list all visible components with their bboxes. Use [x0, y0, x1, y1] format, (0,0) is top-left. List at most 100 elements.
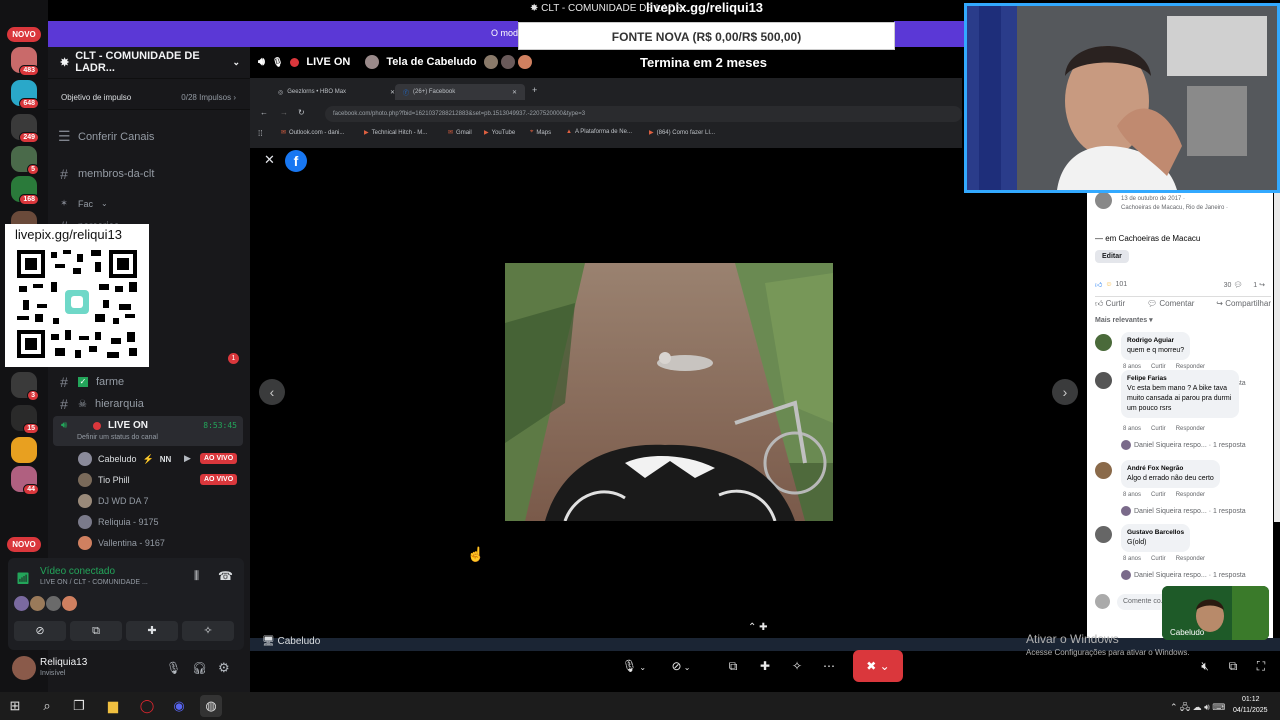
like-button[interactable]: 👍︎ Curtir: [1095, 299, 1125, 309]
commenter-avatar[interactable]: [1095, 372, 1112, 389]
clock-date[interactable]: 04/11/2025: [1233, 707, 1268, 714]
address-bar[interactable]: facebook.com/photo.php?fbid=162103728821…: [325, 106, 962, 122]
expand-participants-icon[interactable]: ⌃ ✚: [748, 622, 768, 633]
activities-control[interactable]: ✚: [752, 656, 778, 676]
live-badge[interactable]: AO VIVO: [200, 453, 238, 464]
username[interactable]: Reliquia13: [40, 657, 87, 668]
poster-avatar[interactable]: [1095, 192, 1112, 209]
soundboard-control[interactable]: ✧: [784, 656, 810, 676]
comment-button[interactable]: 💬︎ Comentar: [1147, 299, 1195, 309]
server-icon-7[interactable]: 15: [11, 405, 39, 434]
camera-off-button[interactable]: ⊘: [14, 621, 66, 641]
user-avatar[interactable]: [12, 656, 36, 680]
soundboard-button[interactable]: ✧: [182, 621, 234, 641]
category-fac[interactable]: ✶ Fac ⌄: [58, 198, 108, 209]
view-replies[interactable]: Daniel Siqueira respo... · 1 resposta: [1121, 570, 1246, 580]
disconnect-button[interactable]: ✖ ⌄: [853, 650, 903, 682]
reaction-summary[interactable]: 👍︎ ☺ 101 30 💬︎ 1 ↪: [1095, 280, 1265, 289]
commenter-avatar[interactable]: [1095, 526, 1112, 543]
tab-hbo[interactable]: ◎ Geezlorns • HBO Max ✕: [270, 84, 403, 100]
popout-stream[interactable]: ⧉: [1220, 656, 1246, 676]
close-viewer-icon[interactable]: ✕: [264, 152, 275, 168]
opera-button[interactable]: ◯: [136, 695, 158, 717]
post-date[interactable]: 13 de outubro de 2017 ·: [1121, 196, 1185, 202]
disconnect-icon[interactable]: ☎: [218, 569, 233, 583]
comment-like-link[interactable]: Curtir: [1151, 426, 1166, 432]
screen-share-button[interactable]: ⧉: [70, 621, 122, 641]
edit-button[interactable]: Editar: [1095, 250, 1129, 263]
commenter-avatar[interactable]: [1095, 462, 1112, 479]
voice-user[interactable]: Reliquia - 9175: [78, 515, 159, 529]
bookmark[interactable]: ▶ YouTube: [484, 129, 515, 137]
comment-reply-link[interactable]: Responder: [1176, 556, 1205, 562]
view-replies[interactable]: Daniel Siqueira respo... · 1 resposta: [1121, 440, 1246, 450]
server-icon-1[interactable]: 648: [11, 80, 39, 109]
bookmark[interactable]: ✉ Gmail: [448, 129, 472, 137]
share-button[interactable]: ↪ Compartilhar: [1216, 299, 1271, 309]
reload-icon[interactable]: ↻: [298, 108, 305, 117]
headphones-icon[interactable]: 🎧︎: [192, 661, 207, 675]
server-icon-0[interactable]: 483: [11, 47, 39, 76]
comment-author[interactable]: Rodrigo Aguiar: [1127, 336, 1184, 346]
commenter-avatar[interactable]: [1095, 334, 1112, 351]
server-icon-2[interactable]: 249: [11, 114, 39, 143]
mic-toggle[interactable]: 🎙︎ ⌄: [621, 656, 647, 676]
server-icon-9[interactable]: 44: [11, 466, 39, 495]
facebook-logo-icon[interactable]: f: [285, 150, 307, 172]
comment-author[interactable]: Felipe Farias: [1127, 374, 1233, 384]
start-button[interactable]: ⊞: [4, 695, 26, 717]
comment-like-link[interactable]: Curtir: [1151, 556, 1166, 562]
tray-icons[interactable]: ⌃ 🖧︎ ☁ 🔊︎ ⌨: [1170, 700, 1225, 716]
gear-icon[interactable]: ⚙: [218, 660, 230, 676]
voice-user[interactable]: Cabeludo ⚡ NN: [78, 452, 171, 466]
screen-share-control[interactable]: ⧉: [720, 656, 746, 676]
scrollbar[interactable]: [1274, 192, 1280, 522]
bookmark[interactable]: ▲ A Plataforma de Ne...: [566, 129, 632, 135]
server-icon-3[interactable]: 5: [11, 146, 39, 175]
comment-reply-link[interactable]: Responder: [1176, 426, 1205, 432]
voice-user[interactable]: Tio Phill: [78, 473, 130, 487]
voice-channel-path[interactable]: LIVE ON / CLT - COMUNIDADE ...: [40, 579, 148, 586]
comment-reply-link[interactable]: Responder: [1176, 492, 1205, 498]
more-options[interactable]: ⋯: [816, 656, 842, 676]
forward-icon[interactable]: →: [280, 108, 288, 117]
file-explorer-button[interactable]: ▆: [102, 695, 124, 717]
search-button[interactable]: ⌕: [36, 695, 58, 717]
apps-icon[interactable]: ⁞⁞: [258, 129, 262, 138]
server-header[interactable]: ✸ CLT - COMUNIDADE DE LADR... ⌄: [48, 46, 250, 79]
bookmark[interactable]: ▶ (864) Como fazer LI...: [649, 129, 715, 137]
voice-user[interactable]: Vallentina - 9167: [78, 536, 165, 550]
obs-button[interactable]: ◍: [200, 695, 222, 717]
channel-membros[interactable]: # membros-da-clt: [58, 166, 154, 182]
channel-hierarquia[interactable]: # ☠ hierarquia: [58, 396, 144, 412]
activities-button[interactable]: ✚: [126, 621, 178, 641]
view-replies[interactable]: Daniel Siqueira respo... · 1 resposta: [1121, 506, 1246, 516]
back-icon[interactable]: ←: [260, 108, 268, 117]
bookmark[interactable]: ▶ Technical Hitch - M...: [364, 129, 427, 137]
bookmark[interactable]: ✉ Outlook.com - dani...: [281, 129, 344, 137]
next-photo-button[interactable]: ›: [1052, 379, 1078, 405]
comment-like-link[interactable]: Curtir: [1151, 492, 1166, 498]
comment-author[interactable]: Gustavo Barcellos: [1127, 528, 1184, 538]
fullscreen-button[interactable]: ⛶: [1248, 656, 1274, 676]
task-view-button[interactable]: ❐: [68, 695, 90, 717]
previous-photo-button[interactable]: ‹: [259, 379, 285, 405]
browse-channels[interactable]: ☰ Conferir Canais: [58, 128, 154, 145]
channel-farme[interactable]: # ✓ farme: [58, 374, 124, 390]
discord-button[interactable]: ◉: [168, 695, 190, 717]
comment-author[interactable]: André Fox Negrão: [1127, 464, 1214, 474]
tab-facebook[interactable]: ⓕ (26+) Facebook ✕: [395, 84, 525, 100]
camera-toggle[interactable]: ⊘ ⌄: [668, 656, 694, 676]
server-icon-4[interactable]: 168: [11, 176, 39, 205]
channel-status-hint[interactable]: Definir um status do canal: [77, 434, 158, 441]
sort-comments[interactable]: Mais relevantes ▾: [1095, 316, 1153, 324]
voice-channel-live-on[interactable]: 🔊︎ LIVE ON 8:53:45 Definir um status do …: [53, 416, 243, 446]
server-icon-8[interactable]: [11, 437, 37, 463]
boost-goal[interactable]: Objetivo de impulso 0/28 Impulsos ›: [48, 86, 250, 110]
server-icon-6[interactable]: 3: [11, 372, 39, 401]
live-badge[interactable]: AO VIVO: [200, 474, 238, 485]
clock-time[interactable]: 01:12: [1242, 696, 1260, 703]
bookmark[interactable]: ⌖ Maps: [530, 129, 551, 136]
mute-stream[interactable]: 🔇︎: [1192, 656, 1218, 676]
new-tab-icon[interactable]: +: [532, 85, 537, 95]
